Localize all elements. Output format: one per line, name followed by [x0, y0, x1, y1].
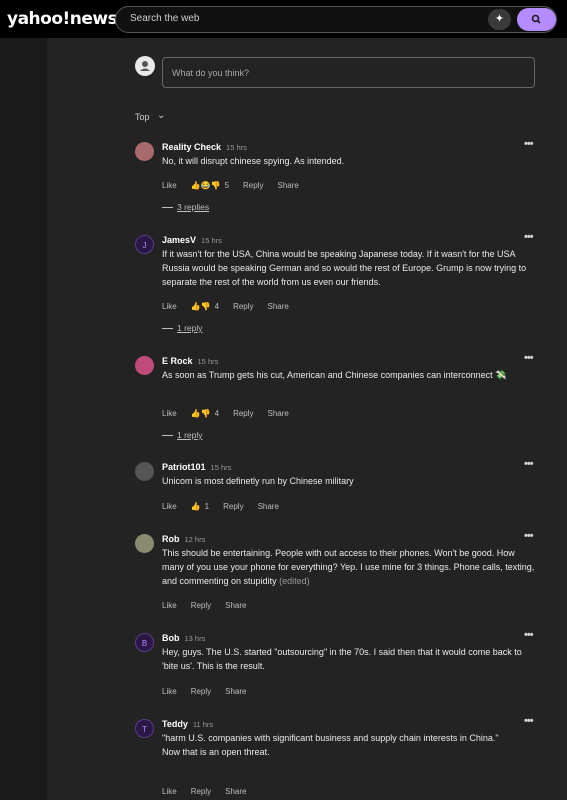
comment-actions: Like 👍👎 4 Reply Share — [162, 302, 303, 311]
comment-text: "harm U.S. companies with significant bu… — [162, 731, 538, 759]
search-input[interactable]: Search the web — [130, 13, 200, 24]
comment-time: 15 hrs — [197, 357, 219, 366]
chevron-down-icon[interactable]: ⌄ — [157, 110, 165, 121]
comment-text: As soon as Trump gets his cut, American … — [162, 370, 507, 380]
avatar[interactable]: J — [135, 235, 154, 254]
comment-time: 13 hrs — [184, 634, 206, 643]
sort-dropdown[interactable]: Top — [135, 112, 150, 122]
view-replies[interactable]: 1 reply — [162, 430, 203, 440]
reaction-count: 5 — [224, 181, 230, 190]
reaction-icons[interactable]: 👍😂👎 — [191, 181, 221, 190]
edited-label: (edited) — [279, 576, 310, 586]
more-options-icon[interactable]: ••• — [524, 715, 534, 727]
reply-button[interactable]: Reply — [191, 687, 211, 696]
reply-button[interactable]: Reply — [233, 409, 253, 418]
more-options-icon[interactable]: ••• — [524, 458, 534, 470]
reply-button[interactable]: Reply — [243, 181, 263, 190]
person-icon — [140, 61, 150, 71]
avatar[interactable] — [135, 356, 154, 375]
comment-actions: Like Reply Share — [162, 687, 261, 696]
like-button[interactable]: Like — [162, 502, 177, 511]
avatar[interactable]: T — [135, 719, 154, 738]
more-options-icon[interactable]: ••• — [524, 138, 534, 150]
more-options-icon[interactable]: ••• — [524, 629, 534, 641]
more-options-icon[interactable]: ••• — [524, 352, 534, 364]
comment-body: This should be entertaining. People with… — [162, 548, 535, 586]
replies-link[interactable]: 1 reply — [177, 430, 203, 440]
like-button[interactable]: Like — [162, 687, 177, 696]
divider — [162, 435, 173, 437]
comment-actions: Like Reply Share — [162, 601, 261, 610]
comment-body-line: Now that is an open threat. — [162, 747, 270, 757]
reaction-count: 1 — [204, 502, 210, 511]
left-sidebar — [0, 38, 47, 800]
comment-author[interactable]: Reality Check — [162, 142, 221, 152]
comment-time: 15 hrs — [210, 463, 232, 472]
reaction-icons[interactable]: 👍 — [191, 502, 201, 511]
view-replies[interactable]: 1 reply — [162, 323, 203, 333]
avatar[interactable] — [135, 534, 154, 553]
comment-text: Hey, guys. The U.S. started "outsourcing… — [162, 647, 522, 671]
comment-body: "harm U.S. companies with significant bu… — [162, 733, 499, 743]
like-button[interactable]: Like — [162, 601, 177, 610]
comment-author[interactable]: Rob — [162, 534, 180, 544]
reaction-count: 4 — [214, 409, 220, 418]
like-button[interactable]: Like — [162, 181, 177, 190]
reply-button[interactable]: Reply — [191, 787, 211, 796]
more-options-icon[interactable]: ••• — [524, 231, 534, 243]
reply-button[interactable]: Reply — [233, 302, 253, 311]
yahoo-news-logo[interactable]: yahoo!news — [7, 9, 118, 29]
like-button[interactable]: Like — [162, 409, 177, 418]
divider — [162, 207, 173, 209]
like-button[interactable]: Like — [162, 302, 177, 311]
reply-button[interactable]: Reply — [223, 502, 243, 511]
magnifier-icon — [531, 14, 541, 24]
search-button[interactable] — [517, 8, 556, 31]
user-avatar — [135, 56, 155, 76]
share-button[interactable]: Share — [268, 409, 289, 418]
comment-text: No, it will disrupt chinese spying. As i… — [162, 156, 345, 166]
comment-actions: Like 👍👎 4 Reply Share — [162, 409, 303, 418]
reaction-icons[interactable]: 👍👎 — [191, 302, 211, 311]
top-bar: yahoo!news Search the web ✦ — [0, 0, 567, 38]
comment-placeholder: What do you think? — [172, 68, 250, 78]
comment-author[interactable]: Bob — [162, 633, 180, 643]
reply-button[interactable]: Reply — [191, 601, 211, 610]
avatar[interactable] — [135, 462, 154, 481]
comment-actions: Like Reply Share — [162, 787, 261, 796]
comment-time: 15 hrs — [201, 236, 222, 245]
replies-link[interactable]: 1 reply — [177, 323, 203, 333]
replies-link[interactable]: 3 replies — [177, 202, 209, 212]
share-button[interactable]: Share — [277, 181, 298, 190]
like-button[interactable]: Like — [162, 787, 177, 796]
comment-time: 11 hrs — [192, 720, 214, 729]
reaction-icons[interactable]: 👍👎 — [191, 409, 211, 418]
view-replies[interactable]: 3 replies — [162, 202, 209, 212]
share-button[interactable]: Share — [225, 601, 246, 610]
comment-text: If it wasn't for the USA, China would be… — [162, 249, 527, 287]
share-button[interactable]: Share — [268, 302, 289, 311]
comment-input[interactable]: What do you think? — [162, 57, 535, 88]
comment-text: This should be entertaining. People with… — [162, 546, 538, 588]
sparkle-icon[interactable]: ✦ — [488, 9, 511, 30]
share-button[interactable]: Share — [258, 502, 279, 511]
comment-author[interactable]: JamesV — [162, 235, 196, 245]
more-options-icon[interactable]: ••• — [524, 530, 534, 542]
comment-time: 15 hrs — [226, 143, 247, 152]
divider — [162, 328, 173, 330]
comment-author[interactable]: Teddy — [162, 719, 188, 729]
reaction-count: 4 — [214, 302, 220, 311]
comment-actions: Like 👍 1 Reply Share — [162, 502, 293, 511]
share-button[interactable]: Share — [225, 687, 246, 696]
comment-author[interactable]: E Rock — [162, 356, 193, 366]
avatar[interactable] — [135, 142, 154, 161]
avatar[interactable]: B — [135, 633, 154, 652]
search-bar[interactable]: Search the web ✦ — [115, 6, 557, 33]
comment-author[interactable]: Patriot101 — [162, 462, 206, 472]
comment-text: Unicom is most definetly run by Chinese … — [162, 476, 354, 486]
comment-actions: Like 👍😂👎 5 Reply Share — [162, 181, 313, 190]
comment-time: 12 hrs — [184, 535, 206, 544]
share-button[interactable]: Share — [225, 787, 246, 796]
